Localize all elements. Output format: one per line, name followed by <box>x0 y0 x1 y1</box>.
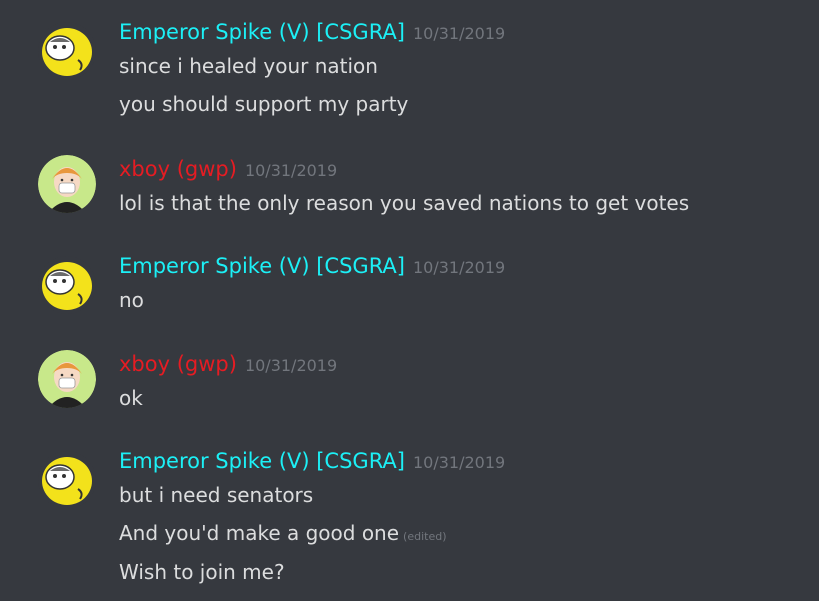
message-header: xboy (gwp) 10/31/2019 <box>119 351 337 377</box>
avatar-spike-icon <box>38 256 96 314</box>
message-text: you should support my party <box>119 92 409 116</box>
username[interactable]: Emperor Spike (V) [CSGRA] <box>119 20 405 44</box>
edited-label: (edited) <box>403 530 447 543</box>
message-header: Emperor Spike (V) [CSGRA] 10/31/2019 <box>119 448 505 474</box>
message-text: ok <box>119 386 143 410</box>
timestamp: 10/31/2019 <box>413 24 506 43</box>
avatar-xboy-icon <box>38 350 96 408</box>
message-text: since i healed your nation <box>119 54 378 78</box>
timestamp: 10/31/2019 <box>413 453 506 472</box>
message-header: Emperor Spike (V) [CSGRA] 10/31/2019 <box>119 19 505 45</box>
timestamp: 10/31/2019 <box>244 161 338 180</box>
message-header: Emperor Spike (V) [CSGRA] 10/31/2019 <box>119 253 505 279</box>
message-text: but i need senators <box>119 483 314 507</box>
timestamp: 10/31/2019 <box>244 356 338 375</box>
avatar[interactable] <box>38 22 96 80</box>
avatar-spike-icon <box>38 451 96 509</box>
message-text: no <box>119 288 144 312</box>
message-text: lol is that the only reason you saved na… <box>119 191 690 215</box>
username[interactable]: xboy (gwp) <box>119 352 237 376</box>
username[interactable]: Emperor Spike (V) [CSGRA] <box>119 449 405 473</box>
chat-message-list: Emperor Spike (V) [CSGRA] 10/31/2019 sinc… <box>0 0 819 601</box>
avatar-spike-icon <box>38 22 96 80</box>
avatar[interactable] <box>38 451 96 509</box>
message-text: Wish to join me? <box>119 560 285 584</box>
username[interactable]: xboy (gwp) <box>119 157 237 181</box>
avatar[interactable] <box>38 155 96 213</box>
username[interactable]: Emperor Spike (V) [CSGRA] <box>119 254 405 278</box>
avatar[interactable] <box>38 256 96 314</box>
avatar[interactable] <box>38 350 96 408</box>
timestamp: 10/31/2019 <box>413 258 506 277</box>
message-text-span: And you'd make a good one <box>119 521 400 545</box>
avatar-xboy-icon <box>38 155 96 213</box>
message-header: xboy (gwp) 10/31/2019 <box>119 156 337 182</box>
message-text: And you'd make a good one (edited) <box>119 520 446 550</box>
